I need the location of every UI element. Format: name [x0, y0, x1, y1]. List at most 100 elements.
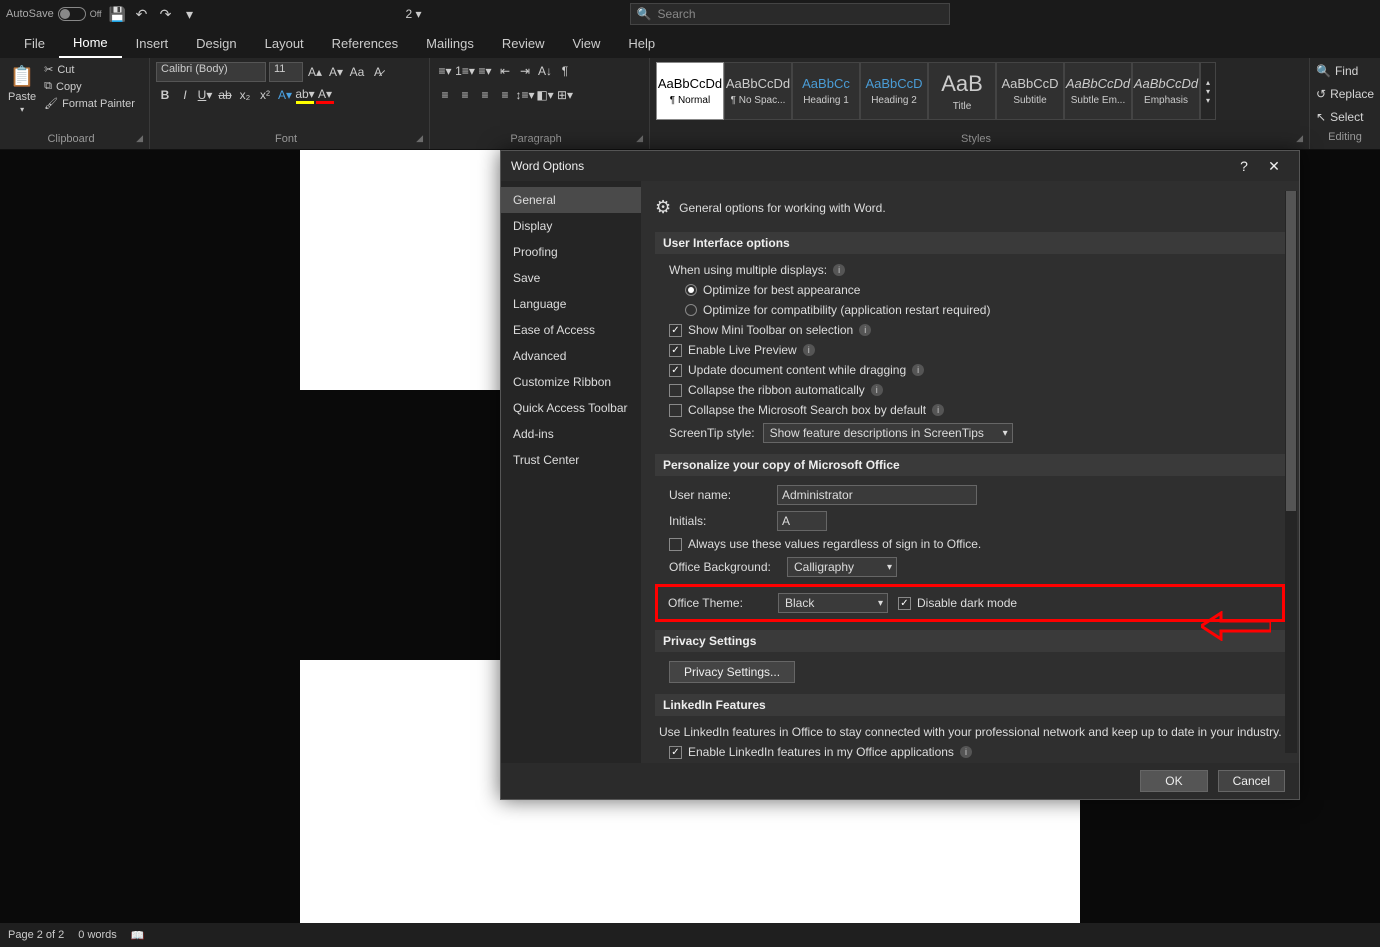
clear-format-icon[interactable]: A̷ [369, 63, 387, 81]
increase-indent-icon[interactable]: ⇥ [516, 62, 534, 80]
dialog-launcher-icon[interactable]: ◢ [1296, 133, 1303, 144]
font-color-icon[interactable]: A▾ [316, 86, 334, 104]
theme-dropdown[interactable]: Black [778, 593, 888, 613]
style-item[interactable]: AaBbCcDSubtitle [996, 62, 1064, 120]
superscript-icon[interactable]: x² [256, 86, 274, 104]
nav-item-advanced[interactable]: Advanced [501, 343, 641, 369]
redo-icon[interactable]: ↷ [158, 6, 174, 22]
cancel-button[interactable]: Cancel [1218, 770, 1285, 792]
style-item[interactable]: AaBbCcDd¶ Normal [656, 62, 724, 120]
tab-view[interactable]: View [558, 30, 614, 57]
initials-input[interactable] [777, 511, 827, 531]
tab-references[interactable]: References [318, 30, 412, 57]
privacy-settings-button[interactable]: Privacy Settings... [669, 661, 795, 683]
style-item[interactable]: AaBbCcDdSubtle Em... [1064, 62, 1132, 120]
italic-icon[interactable]: I [176, 86, 194, 104]
tab-mailings[interactable]: Mailings [412, 30, 488, 57]
info-icon[interactable]: i [833, 264, 845, 276]
info-icon[interactable]: i [932, 404, 944, 416]
info-icon[interactable]: i [859, 324, 871, 336]
copy-button[interactable]: ⧉Copy [42, 79, 137, 94]
page-indicator[interactable]: Page 2 of 2 [8, 929, 64, 941]
nav-item-display[interactable]: Display [501, 213, 641, 239]
dialog-launcher-icon[interactable]: ◢ [416, 133, 423, 144]
text-effects-icon[interactable]: A▾ [276, 86, 294, 104]
style-item[interactable]: AaBbCcDHeading 2 [860, 62, 928, 120]
tab-file[interactable]: File [10, 30, 59, 57]
grow-font-icon[interactable]: A▴ [306, 63, 324, 81]
style-item[interactable]: AaBTitle [928, 62, 996, 120]
undo-icon[interactable]: ↶ [134, 6, 150, 22]
info-icon[interactable]: i [871, 384, 883, 396]
tab-help[interactable]: Help [614, 30, 669, 57]
sort-icon[interactable]: A↓ [536, 62, 554, 80]
shading-icon[interactable]: ◧▾ [536, 86, 554, 104]
align-right-icon[interactable]: ≡ [476, 86, 494, 104]
info-icon[interactable]: i [960, 746, 972, 758]
nav-item-ease-of-access[interactable]: Ease of Access [501, 317, 641, 343]
decrease-indent-icon[interactable]: ⇤ [496, 62, 514, 80]
paste-button[interactable]: 📋 Paste ▾ [6, 62, 38, 116]
nav-item-quick-access-toolbar[interactable]: Quick Access Toolbar [501, 395, 641, 421]
autosave-toggle[interactable]: AutoSave Off [6, 7, 102, 21]
dialog-launcher-icon[interactable]: ◢ [136, 133, 143, 144]
borders-icon[interactable]: ⊞▾ [556, 86, 574, 104]
chk-mini-toolbar[interactable]: Show Mini Toolbar on selectioni [655, 320, 1285, 340]
chk-collapse-search[interactable]: Collapse the Microsoft Search box by def… [655, 400, 1285, 420]
tab-layout[interactable]: Layout [251, 30, 318, 57]
help-icon[interactable]: ? [1229, 158, 1259, 174]
chk-disable-dark[interactable]: Disable dark mode [898, 596, 1017, 610]
nav-item-general[interactable]: General [501, 187, 641, 213]
numbering-icon[interactable]: 1≡▾ [456, 62, 474, 80]
close-icon[interactable]: ✕ [1259, 158, 1289, 175]
style-item[interactable]: AaBbCcDd¶ No Spac... [724, 62, 792, 120]
nav-item-save[interactable]: Save [501, 265, 641, 291]
style-item[interactable]: AaBbCcHeading 1 [792, 62, 860, 120]
nav-item-customize-ribbon[interactable]: Customize Ribbon [501, 369, 641, 395]
save-icon[interactable]: 💾 [110, 6, 126, 22]
font-name-combo[interactable]: Calibri (Body) [156, 62, 266, 82]
change-case-icon[interactable]: Aa [348, 63, 366, 81]
spellcheck-icon[interactable]: 📖 [131, 929, 145, 942]
nav-item-proofing[interactable]: Proofing [501, 239, 641, 265]
subscript-icon[interactable]: x₂ [236, 86, 254, 104]
radio-appearance[interactable]: Optimize for best appearance [655, 280, 1285, 300]
background-dropdown[interactable]: Calligraphy [787, 557, 897, 577]
find-button[interactable]: 🔍Find [1316, 62, 1374, 80]
chk-linkedin[interactable]: Enable LinkedIn features in my Office ap… [655, 742, 1285, 762]
nav-item-add-ins[interactable]: Add-ins [501, 421, 641, 447]
scroll-thumb[interactable] [1286, 191, 1296, 511]
username-input[interactable] [777, 485, 977, 505]
line-spacing-icon[interactable]: ↕≡▾ [516, 86, 534, 104]
styles-gallery[interactable]: AaBbCcDd¶ NormalAaBbCcDd¶ No Spac...AaBb… [656, 62, 1303, 120]
content-scrollbar[interactable] [1285, 191, 1297, 753]
info-icon[interactable]: i [803, 344, 815, 356]
radio-compatibility[interactable]: Optimize for compatibility (application … [655, 300, 1285, 320]
justify-icon[interactable]: ≡ [496, 86, 514, 104]
font-size-combo[interactable]: 11 [269, 62, 303, 82]
format-painter-button[interactable]: 🖌Format Painter [42, 96, 137, 111]
screentip-dropdown[interactable]: Show feature descriptions in ScreenTips [763, 423, 1013, 443]
chk-drag-update[interactable]: Update document content while draggingi [655, 360, 1285, 380]
chk-collapse-ribbon[interactable]: Collapse the ribbon automaticallyi [655, 380, 1285, 400]
multilevel-icon[interactable]: ≡▾ [476, 62, 494, 80]
nav-item-language[interactable]: Language [501, 291, 641, 317]
search-input[interactable]: 🔍 Search [630, 3, 950, 25]
underline-icon[interactable]: U▾ [196, 86, 214, 104]
chk-always-use[interactable]: Always use these values regardless of si… [655, 534, 1285, 554]
show-marks-icon[interactable]: ¶ [556, 62, 574, 80]
tab-home[interactable]: Home [59, 29, 122, 58]
tab-design[interactable]: Design [182, 30, 250, 57]
chk-live-preview[interactable]: Enable Live Previewi [655, 340, 1285, 360]
styles-more-button[interactable]: ▴▾▾ [1200, 62, 1216, 120]
dialog-launcher-icon[interactable]: ◢ [636, 133, 643, 144]
bold-icon[interactable]: B [156, 86, 174, 104]
replace-button[interactable]: ↺Replace [1316, 85, 1374, 103]
tab-insert[interactable]: Insert [122, 30, 183, 57]
ok-button[interactable]: OK [1140, 770, 1207, 792]
document-title[interactable]: 2 ▾ [406, 7, 422, 21]
cut-button[interactable]: ✂Cut [42, 62, 137, 77]
info-icon[interactable]: i [912, 364, 924, 376]
highlight-icon[interactable]: ab▾ [296, 86, 314, 104]
style-item[interactable]: AaBbCcDdEmphasis [1132, 62, 1200, 120]
